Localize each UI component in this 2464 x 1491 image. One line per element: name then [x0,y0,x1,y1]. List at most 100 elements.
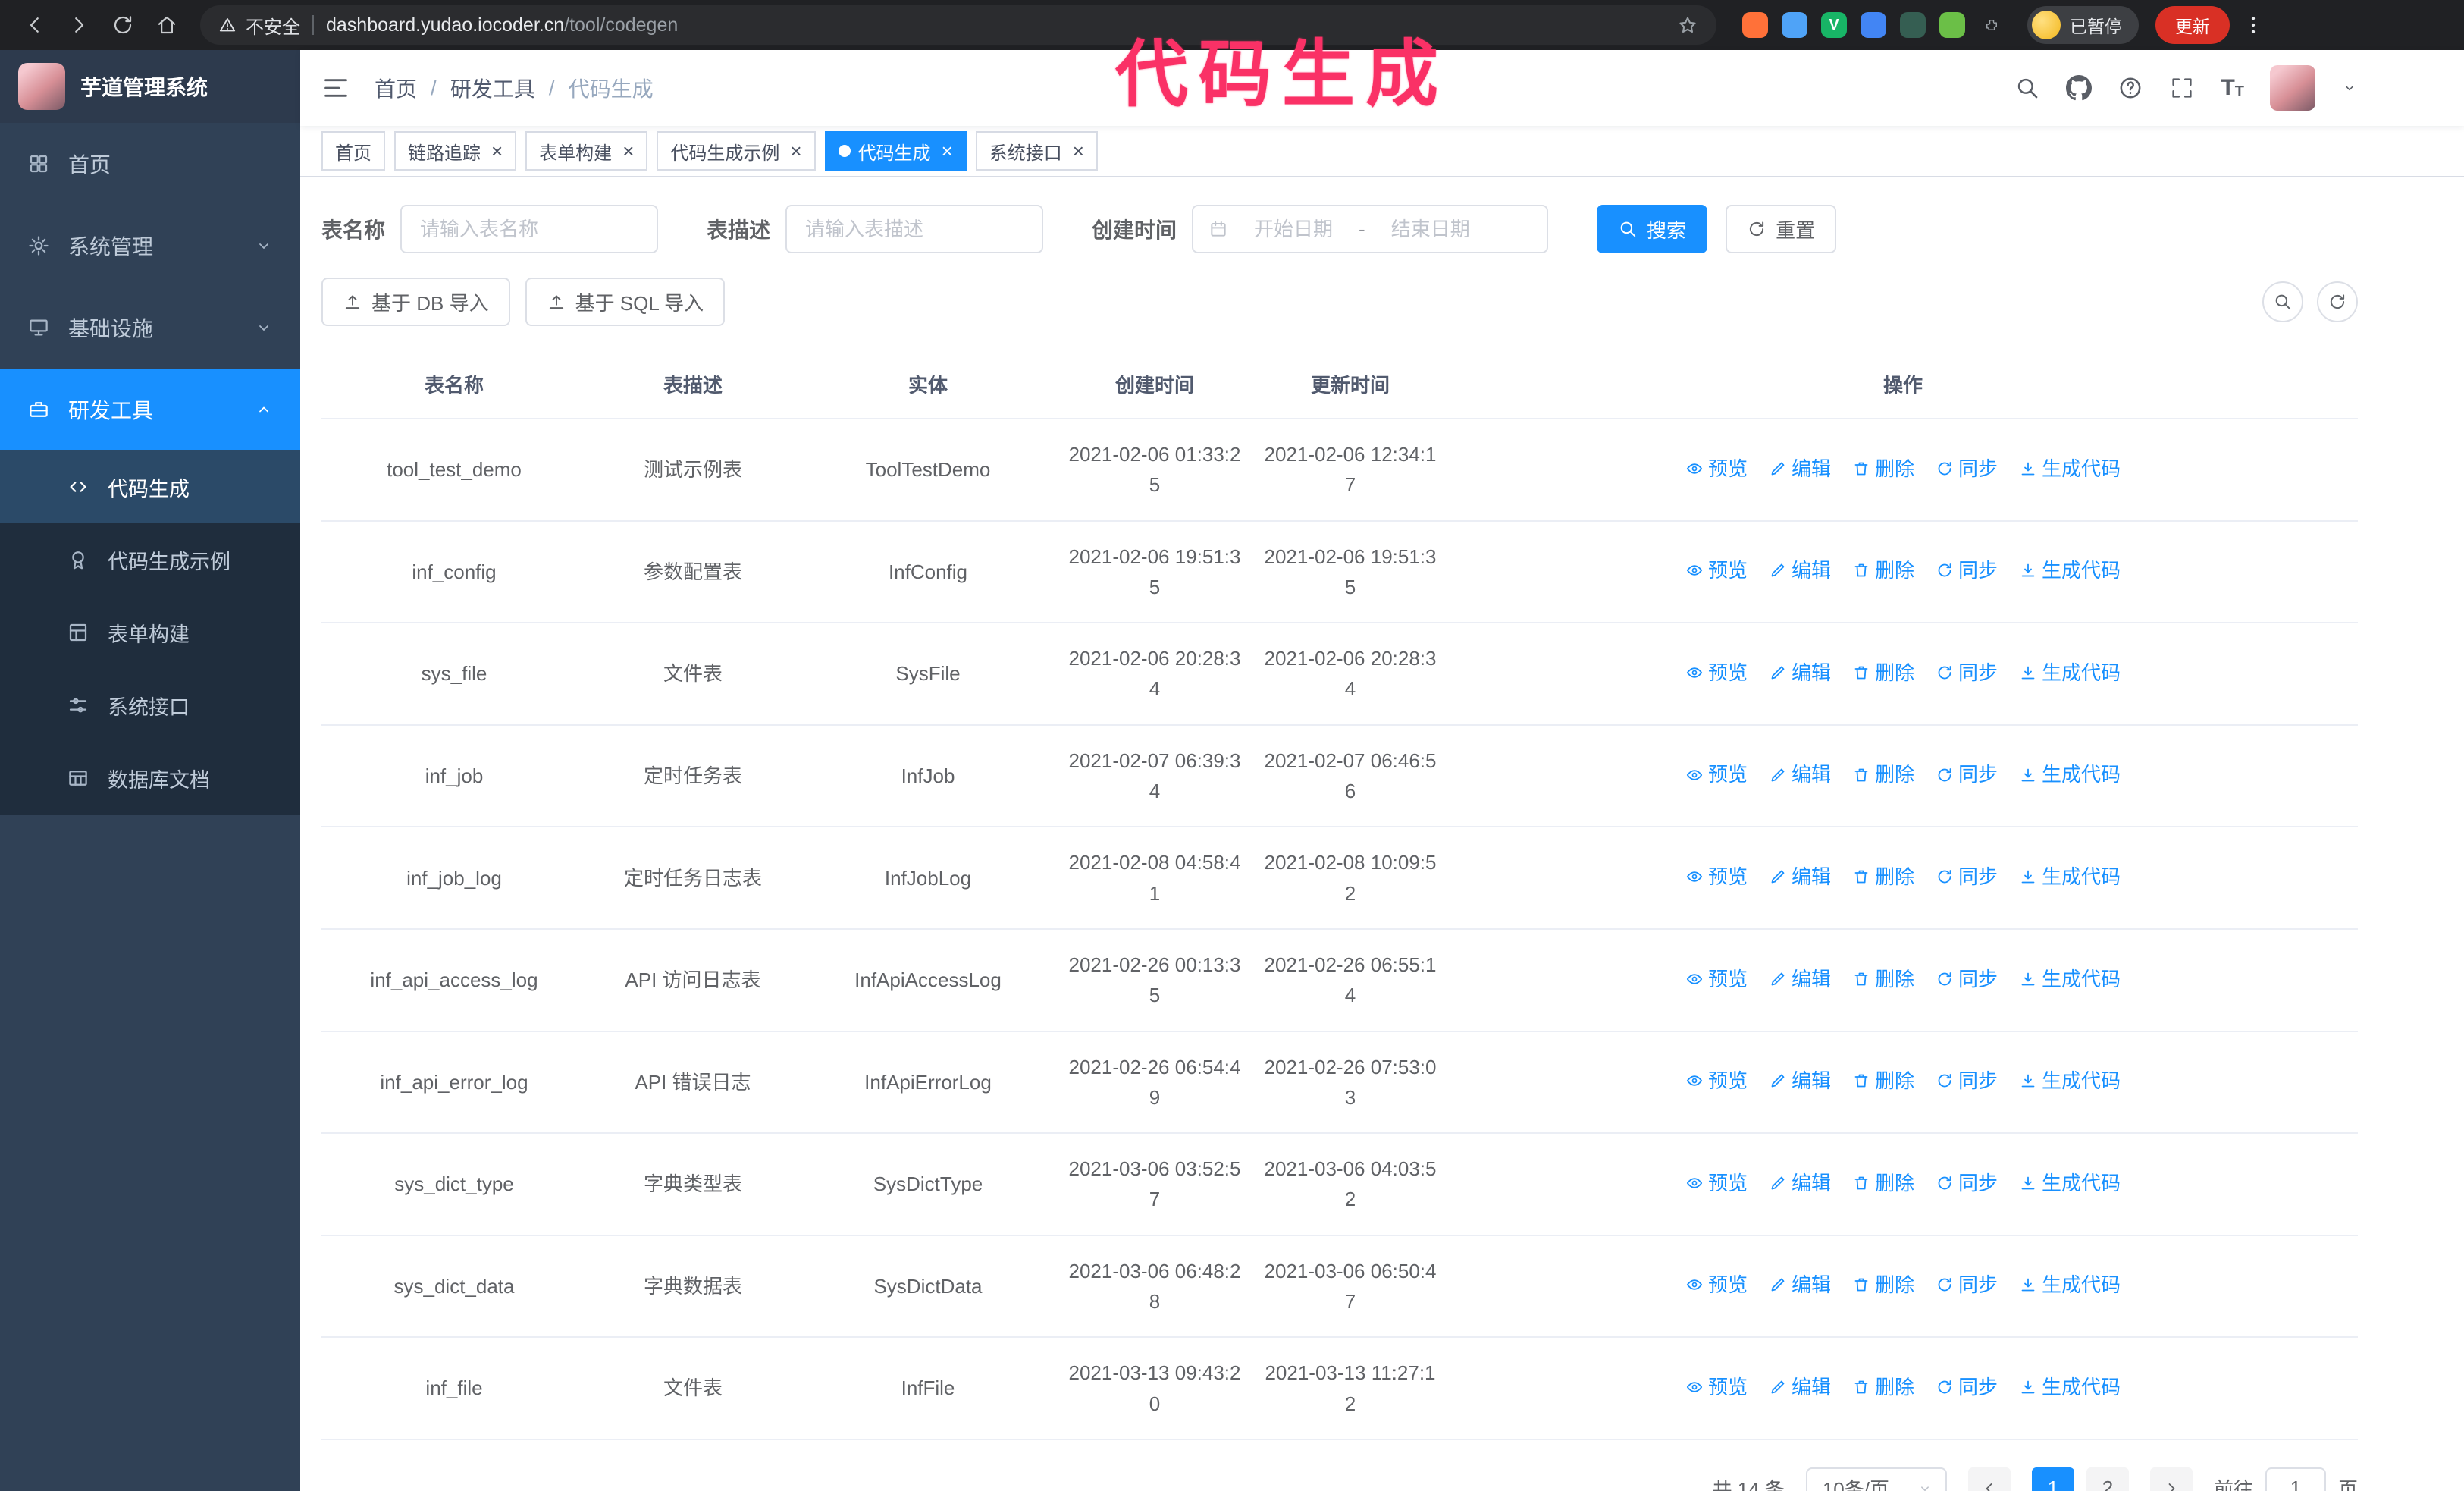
sidebar-item-codegen-example[interactable]: 代码生成示例 [0,523,300,596]
prev-page-button[interactable] [1967,1467,2011,1491]
extension-card-icon[interactable] [1900,12,1926,38]
address-bar[interactable]: 不安全 dashboard.yudao.iocoder.cn/tool/code… [200,5,1716,45]
goto-page-input[interactable] [2265,1467,2326,1491]
preview-link[interactable]: 预览 [1685,555,1748,585]
import-db-button[interactable]: 基于 DB 导入 [321,278,510,326]
delete-link[interactable]: 删除 [1852,658,1914,688]
app-logo[interactable]: 芋道管理系统 [0,50,300,123]
forward-button[interactable] [59,5,99,45]
edit-link[interactable]: 编辑 [1769,454,1831,484]
preview-link[interactable]: 预览 [1685,964,1748,994]
edit-link[interactable]: 编辑 [1769,964,1831,994]
preview-link[interactable]: 预览 [1685,862,1748,892]
extension-fox-icon[interactable] [1742,12,1768,38]
generate-code-link[interactable]: 生成代码 [2019,658,2121,688]
sync-link[interactable]: 同步 [1936,658,1998,688]
sync-link[interactable]: 同步 [1936,555,1998,585]
generate-code-link[interactable]: 生成代码 [2019,555,2121,585]
chrome-update-button[interactable]: 更新 [2155,6,2230,44]
reset-button[interactable]: 重置 [1726,205,1837,253]
preview-link[interactable]: 预览 [1685,1168,1748,1198]
tab-form-builder[interactable]: 表单构建 × [525,131,648,171]
browser-menu-icon[interactable] [2242,14,2265,36]
bookmark-star-icon[interactable] [1677,14,1698,36]
edit-link[interactable]: 编辑 [1769,1168,1831,1198]
date-range-picker[interactable]: - [1192,205,1549,253]
page-button-2[interactable]: 2 [2086,1467,2129,1491]
delete-link[interactable]: 删除 [1852,759,1914,789]
back-button[interactable] [15,5,55,45]
delete-link[interactable]: 删除 [1852,862,1914,892]
breadcrumb-item[interactable]: 首页 [375,73,417,103]
github-icon[interactable] [2066,75,2093,101]
sync-link[interactable]: 同步 [1936,862,1998,892]
generate-code-link[interactable]: 生成代码 [2019,759,2121,789]
tab-code-generation[interactable]: 代码生成 × [824,131,967,171]
profile-chip[interactable]: 已暂停 [2027,6,2139,44]
sync-link[interactable]: 同步 [1936,964,1998,994]
tab-codegen-example[interactable]: 代码生成示例 × [657,131,816,171]
sync-link[interactable]: 同步 [1936,1066,1998,1096]
edit-link[interactable]: 编辑 [1769,1372,1831,1402]
tab-home[interactable]: 首页 [321,131,385,171]
extension-leaf-icon[interactable] [1939,12,1965,38]
sidebar-item-infrastructure[interactable]: 基础设施 [0,287,300,369]
close-icon[interactable]: × [622,141,634,161]
sync-link[interactable]: 同步 [1936,1372,1998,1402]
extension-puzzle-icon[interactable] [1979,12,2005,38]
sidebar-toggle-icon[interactable] [321,74,350,102]
tab-tracer[interactable]: 链路追踪 × [394,131,517,171]
preview-link[interactable]: 预览 [1685,1372,1748,1402]
preview-link[interactable]: 预览 [1685,658,1748,688]
browser-home-button[interactable] [147,5,187,45]
delete-link[interactable]: 删除 [1852,1066,1914,1096]
refresh-table-button[interactable] [2317,281,2358,322]
font-size-icon[interactable]: TT [2221,77,2244,100]
preview-link[interactable]: 预览 [1685,454,1748,484]
edit-link[interactable]: 编辑 [1769,555,1831,585]
extension-drop-icon[interactable] [1782,12,1807,38]
reload-button[interactable] [103,5,143,45]
preview-link[interactable]: 预览 [1685,1066,1748,1096]
end-date-input[interactable] [1374,217,1487,241]
delete-link[interactable]: 删除 [1852,1168,1914,1198]
search-button[interactable]: 搜索 [1597,205,1708,253]
page-size-select[interactable]: 10条/页 [1805,1467,1947,1491]
sidebar-item-form-builder[interactable]: 表单构建 [0,596,300,669]
edit-link[interactable]: 编辑 [1769,658,1831,688]
sidebar-item-home[interactable]: 首页 [0,123,300,205]
sidebar-item-system-api[interactable]: 系统接口 [0,669,300,742]
avatar-caret-icon[interactable] [2341,80,2358,96]
next-page-button[interactable] [2149,1467,2193,1491]
extension-v-icon[interactable]: V [1821,12,1847,38]
edit-link[interactable]: 编辑 [1769,1066,1831,1096]
delete-link[interactable]: 删除 [1852,964,1914,994]
edit-link[interactable]: 编辑 [1769,862,1831,892]
extension-people-icon[interactable] [1861,12,1886,38]
table-name-input[interactable] [400,205,659,253]
search-icon[interactable] [2014,75,2040,101]
generate-code-link[interactable]: 生成代码 [2019,1372,2121,1402]
sync-link[interactable]: 同步 [1936,1168,1998,1198]
sidebar-item-system-management[interactable]: 系统管理 [0,205,300,287]
start-date-input[interactable] [1237,217,1350,241]
security-indicator[interactable]: 不安全 [218,12,300,39]
sidebar-item-dev-tools[interactable]: 研发工具 [0,369,300,450]
close-icon[interactable]: × [790,141,801,161]
page-button-1[interactable]: 1 [2031,1467,2074,1491]
sync-link[interactable]: 同步 [1936,1270,1998,1300]
generate-code-link[interactable]: 生成代码 [2019,1270,2121,1300]
generate-code-link[interactable]: 生成代码 [2019,862,2121,892]
help-icon[interactable] [2118,75,2143,101]
sidebar-item-code-generation[interactable]: 代码生成 [0,450,300,523]
fullscreen-icon[interactable] [2169,75,2195,101]
sync-link[interactable]: 同步 [1936,759,1998,789]
generate-code-link[interactable]: 生成代码 [2019,1066,2121,1096]
user-avatar[interactable] [2270,65,2315,111]
preview-link[interactable]: 预览 [1685,1270,1748,1300]
tab-system-api[interactable]: 系统接口 × [975,131,1098,171]
import-sql-button[interactable]: 基于 SQL 导入 [525,278,726,326]
edit-link[interactable]: 编辑 [1769,759,1831,789]
edit-link[interactable]: 编辑 [1769,1270,1831,1300]
delete-link[interactable]: 删除 [1852,555,1914,585]
